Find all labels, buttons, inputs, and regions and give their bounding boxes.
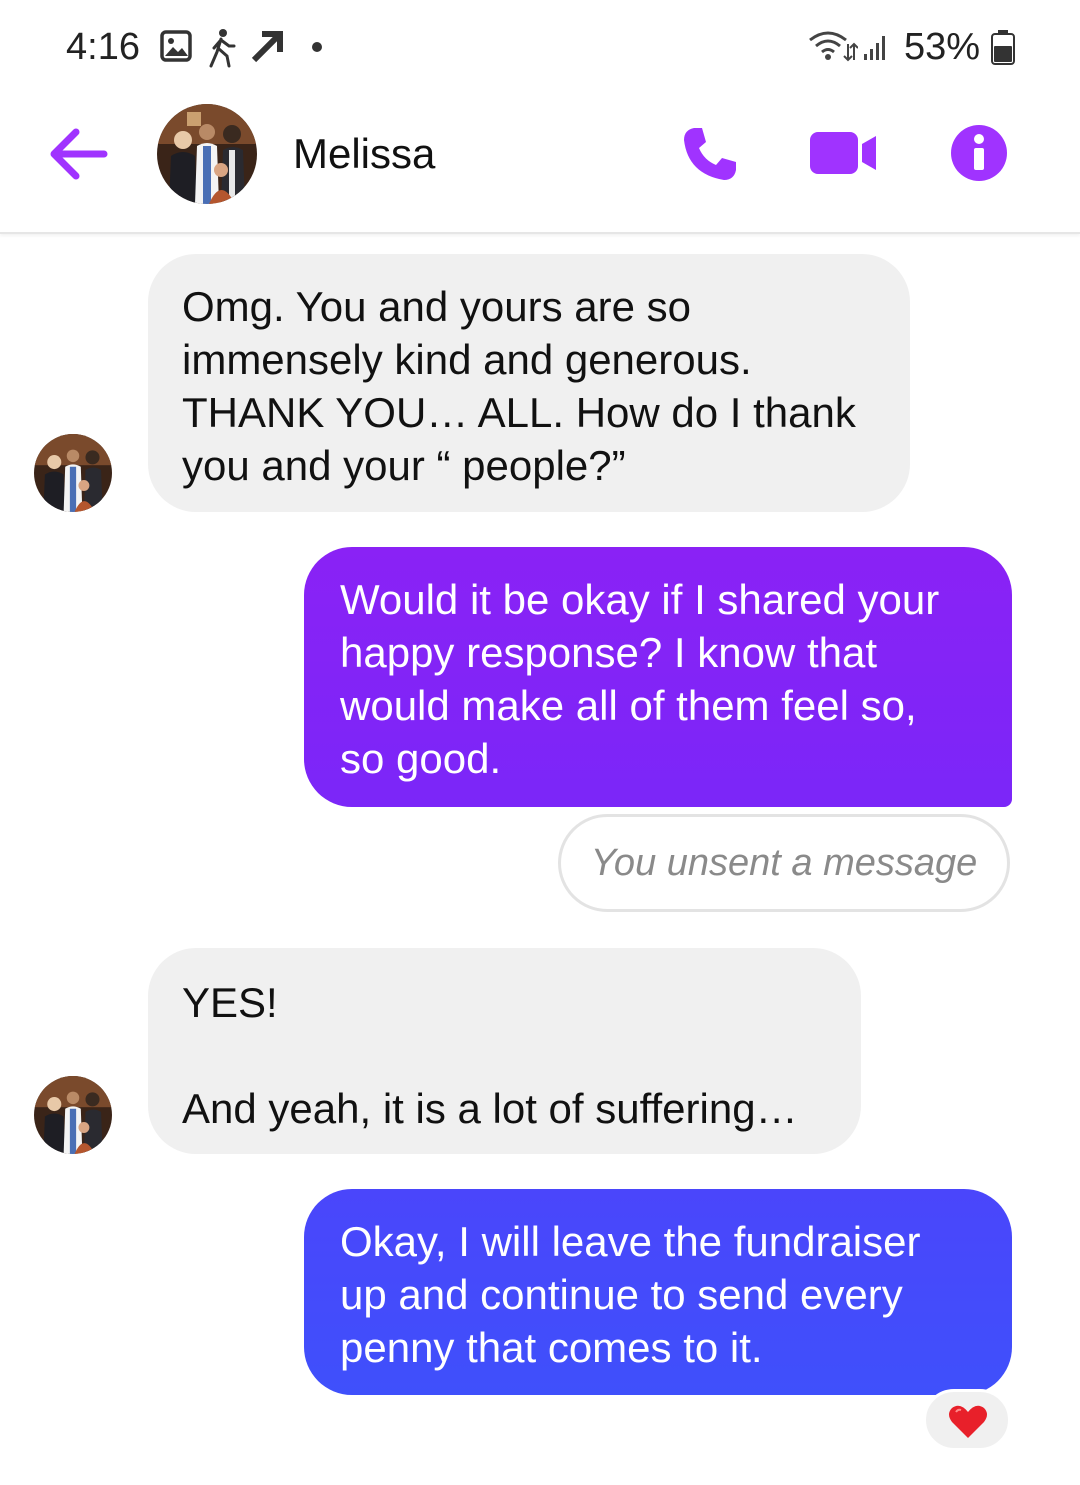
wifi-icon [809,31,858,62]
outgoing-message[interactable]: Would it be okay if I shared your happy … [304,547,1012,807]
avatar-photo [34,1076,112,1154]
contact-name[interactable]: Melissa [293,130,435,178]
message-reaction[interactable] [923,1389,1011,1451]
walk-icon [209,29,236,68]
avatar-photo [157,104,257,204]
status-time: 4:16 [66,26,140,68]
incoming-message[interactable]: Omg. You and yours are so immensely kind… [148,254,910,512]
sender-avatar[interactable] [34,1076,112,1154]
battery-icon [991,30,1015,65]
contact-avatar[interactable] [157,104,257,204]
incoming-message[interactable]: YES! And yeah, it is a lot of suffering… [148,948,861,1154]
gallery-icon [160,30,192,62]
trending-icon [251,31,283,63]
heart-icon [949,1405,987,1438]
back-arrow-icon[interactable] [48,126,110,182]
video-icon[interactable] [810,130,878,176]
phone-icon[interactable] [682,126,738,182]
info-icon[interactable] [950,124,1008,182]
unsent-message-notice: You unsent a message [558,814,1010,912]
sender-avatar[interactable] [34,434,112,512]
dot-icon [312,42,322,52]
battery-percentage: 53% [904,26,981,68]
avatar-photo [34,434,112,512]
conversation-header: Melissa [0,96,1080,234]
signal-icon [864,36,885,60]
status-bar: 4:16 53% [0,0,1080,96]
outgoing-message[interactable]: Okay, I will leave the fundraiser up and… [304,1189,1012,1395]
